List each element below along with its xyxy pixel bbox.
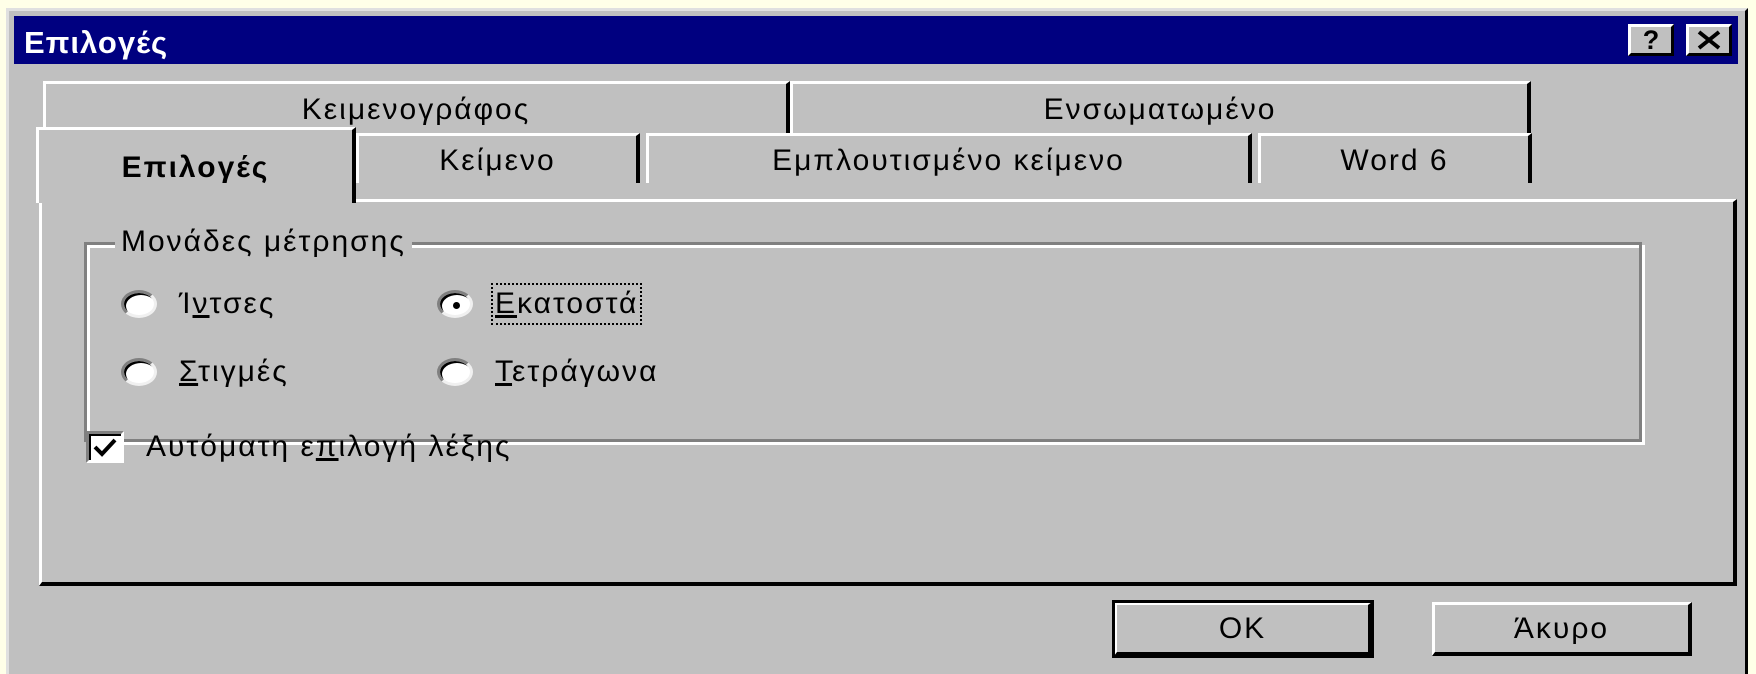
units-groupbox: Μονάδες μέτρησης Ίντσες Εκατοστά Στιγμές…	[84, 225, 1642, 442]
radio-button-icon[interactable]	[121, 290, 157, 318]
help-button[interactable]: ?	[1628, 24, 1674, 56]
window-title: Επιλογές	[24, 25, 169, 60]
checkmark-icon	[93, 438, 117, 457]
radio-label: Τετράγωνα	[495, 355, 659, 388]
radio-points[interactable]: Στιγμές	[121, 355, 289, 389]
tab-label: Κείμενο	[439, 143, 556, 177]
tab-rich-text[interactable]: Εμπλουτισμένο κείμενο	[646, 133, 1252, 183]
radio-centimeters[interactable]: Εκατοστά	[437, 283, 643, 325]
ok-button-label: OK	[1218, 611, 1267, 645]
auto-select-word-checkbox-row[interactable]: Αυτόματη επιλογή λέξης	[86, 430, 511, 464]
tab-label: Word 6	[1340, 143, 1449, 177]
tab-embedded[interactable]: Ενσωματωμένο	[790, 81, 1531, 133]
tab-label: Ενσωματωμένο	[1043, 92, 1277, 126]
help-icon: ?	[1642, 24, 1660, 55]
auto-select-word-checkbox[interactable]	[86, 431, 124, 463]
tab-label: Επιλογές	[121, 150, 270, 184]
radio-selected-dot	[453, 302, 460, 309]
radio-inches[interactable]: Ίντσες	[121, 287, 275, 321]
radio-label: Εκατοστά	[490, 283, 643, 325]
tab-word-processor[interactable]: Κειμενογράφος	[43, 81, 790, 133]
units-group-title: Μονάδες μέτρησης	[115, 225, 412, 259]
tab-word6[interactable]: Word 6	[1258, 133, 1532, 183]
auto-select-word-label: Αυτόματη επιλογή λέξης	[146, 430, 512, 463]
tab-label: Κειμενογράφος	[301, 92, 531, 126]
title-bar[interactable]: Επιλογές ?	[14, 16, 1738, 64]
options-dialog: Επιλογές ? Κειμενογράφος Ενσωματωμένο Επ…	[6, 8, 1748, 674]
ok-button[interactable]: OK	[1112, 600, 1374, 658]
cancel-button[interactable]: Άκυρο	[1432, 602, 1692, 656]
close-icon	[1697, 30, 1721, 50]
radio-label: Στιγμές	[179, 355, 289, 388]
radio-picas[interactable]: Τετράγωνα	[437, 355, 658, 389]
tab-options[interactable]: Επιλογές	[36, 127, 356, 203]
radio-button-icon[interactable]	[437, 358, 473, 386]
radio-button-icon[interactable]	[121, 358, 157, 386]
cancel-button-label: Άκυρο	[1513, 611, 1610, 645]
tab-label: Εμπλουτισμένο κείμενο	[772, 143, 1125, 177]
radio-label: Ίντσες	[179, 287, 276, 320]
tab-text[interactable]: Κείμενο	[356, 133, 640, 183]
radio-button-icon[interactable]	[437, 290, 473, 318]
tab-panel-options: Μονάδες μέτρησης Ίντσες Εκατοστά Στιγμές…	[39, 199, 1737, 586]
close-button[interactable]	[1686, 24, 1732, 56]
